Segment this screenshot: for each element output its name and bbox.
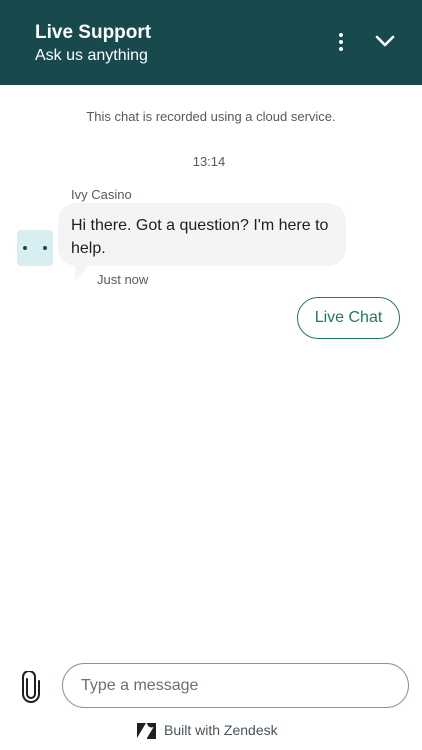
chat-header: Live Support Ask us anything bbox=[0, 0, 422, 85]
zendesk-logo-icon bbox=[137, 722, 156, 739]
bot-avatar-icon bbox=[17, 230, 53, 266]
sender-name: Ivy Casino bbox=[71, 187, 132, 202]
header-subtitle: Ask us anything bbox=[35, 47, 148, 64]
chevron-down-icon[interactable] bbox=[372, 28, 398, 54]
live-chat-button[interactable]: Live Chat bbox=[297, 297, 400, 339]
footer-text: Built with Zendesk bbox=[164, 722, 278, 738]
paperclip-icon[interactable] bbox=[19, 671, 43, 703]
header-title: Live Support bbox=[35, 22, 152, 43]
recording-notice: This chat is recorded using a cloud serv… bbox=[86, 109, 336, 124]
message-timestamp: 13:14 bbox=[192, 154, 226, 169]
message-input[interactable] bbox=[62, 663, 409, 708]
bubble-tail bbox=[75, 266, 89, 280]
message-bubble: Hi there. Got a question? I'm here to he… bbox=[58, 203, 346, 266]
zendesk-footer-link[interactable]: Built with Zendesk bbox=[137, 720, 278, 740]
message-status: Just now bbox=[97, 272, 149, 287]
more-vertical-icon[interactable] bbox=[328, 29, 354, 55]
